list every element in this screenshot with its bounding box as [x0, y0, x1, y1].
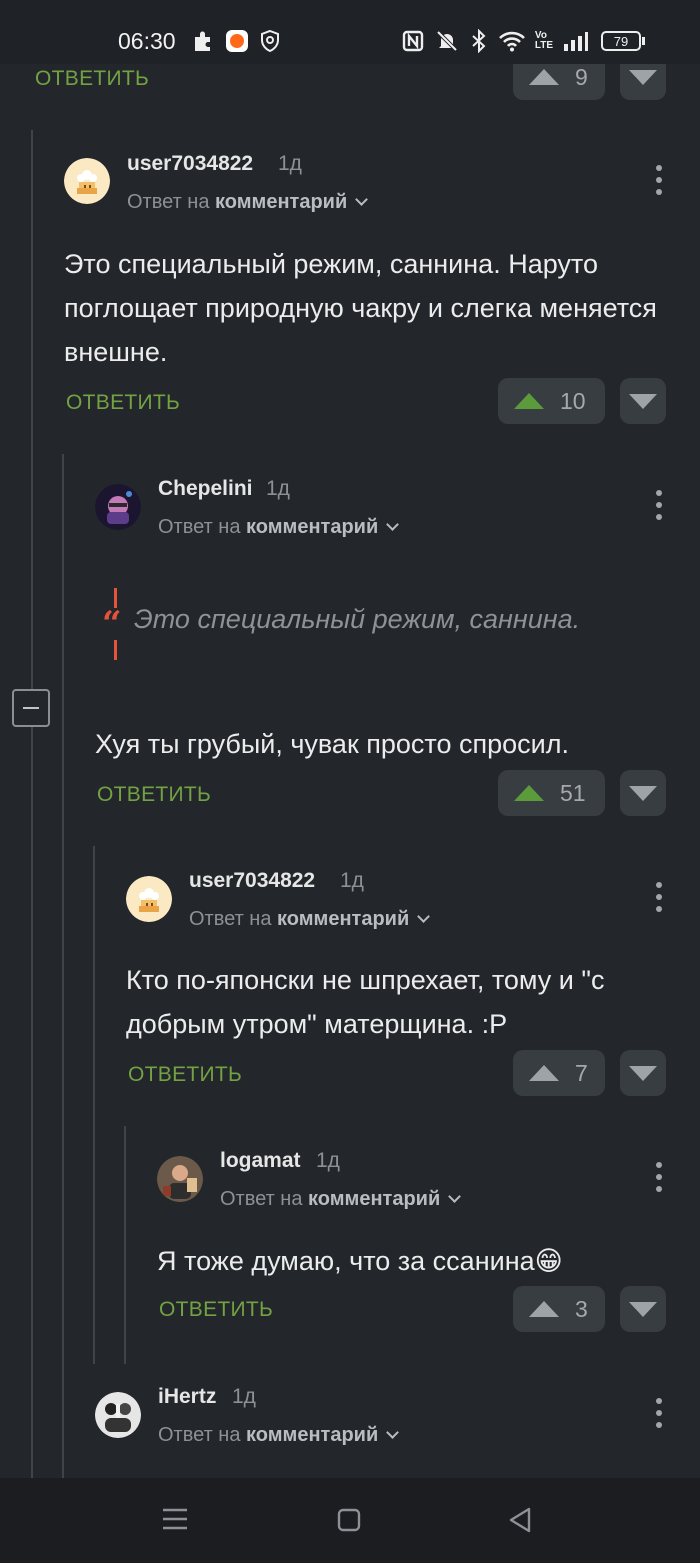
vote-count: 51 — [560, 779, 586, 806]
comment-age: 1д — [266, 477, 290, 500]
thread-line[interactable] — [31, 130, 33, 1478]
downvote-button[interactable] — [620, 64, 666, 100]
more-options-icon[interactable] — [655, 882, 663, 912]
reply-to-link[interactable]: Ответ на комментарий — [189, 908, 431, 931]
wifi-icon — [497, 29, 527, 53]
chevron-down-icon — [448, 1190, 462, 1203]
chevron-down-icon — [355, 193, 369, 206]
quote-icon: “ — [102, 604, 122, 644]
nfc-icon — [400, 29, 426, 53]
thread-line[interactable] — [124, 1126, 126, 1364]
reply-to-link[interactable]: Ответ на комментарий — [127, 191, 369, 214]
status-time: 06:30 — [118, 28, 176, 54]
comment-age: 1д — [278, 152, 302, 175]
battery-icon: 79 — [600, 29, 646, 53]
upvote-button[interactable]: 7 — [513, 1050, 605, 1096]
avatar[interactable] — [95, 484, 141, 530]
arrow-up-icon — [529, 1065, 559, 1081]
quote-bar — [114, 640, 117, 660]
more-options-icon[interactable] — [655, 490, 663, 520]
bluetooth-icon — [468, 29, 490, 53]
downvote-button[interactable] — [620, 770, 666, 816]
avatar[interactable] — [126, 876, 172, 922]
collapse-thread-button[interactable] — [12, 689, 50, 727]
reply-button[interactable]: ОТВЕТИТЬ — [97, 783, 211, 807]
comment-age: 1д — [316, 1149, 340, 1172]
downvote-button[interactable] — [620, 378, 666, 424]
volte-icon: Vo LTE — [534, 30, 554, 51]
comment-text: Хуя ты грубый, чувак просто спросил. — [95, 729, 569, 759]
reply-to-link[interactable]: Ответ на комментарий — [158, 1424, 400, 1447]
navigation-bar — [0, 1478, 700, 1563]
vote-count: 9 — [575, 64, 588, 90]
menu-icon[interactable] — [162, 1506, 188, 1537]
reply-button[interactable]: ОТВЕТИТЬ — [128, 1063, 242, 1087]
username[interactable]: iHertz — [158, 1385, 216, 1409]
reply-to-link[interactable]: Ответ на комментарий — [220, 1188, 462, 1211]
comment-text: Я тоже думаю, что за ссанина😁 — [157, 1246, 563, 1276]
upvote-button[interactable]: 3 — [513, 1286, 605, 1332]
minus-icon — [23, 707, 39, 709]
downvote-button[interactable] — [620, 1050, 666, 1096]
arrow-down-icon — [629, 785, 657, 801]
arrow-up-icon — [529, 1301, 559, 1317]
reply-button[interactable]: ОТВЕТИТЬ — [35, 67, 149, 91]
vote-count: 7 — [575, 1059, 588, 1086]
app-icon — [224, 29, 250, 53]
quoted-text: Это специальный режим, саннина. — [134, 604, 581, 634]
signal-icon — [562, 29, 590, 53]
arrow-up-icon — [514, 393, 544, 409]
upvote-button[interactable]: 9 — [513, 64, 605, 100]
more-options-icon[interactable] — [655, 1398, 663, 1428]
upvote-button[interactable]: 10 — [498, 378, 605, 424]
avatar[interactable] — [157, 1156, 203, 1202]
mute-icon — [434, 29, 460, 53]
comment-age: 1д — [340, 869, 364, 892]
downvote-button[interactable] — [620, 1286, 666, 1332]
chevron-down-icon — [386, 1426, 400, 1439]
comments-thread[interactable]: ОТВЕТИТЬ 9 user7034822 1д Ответ на комме… — [0, 64, 700, 1478]
reply-button[interactable]: ОТВЕТИТЬ — [159, 1298, 273, 1322]
avatar[interactable] — [64, 158, 110, 204]
username[interactable]: Chepelini — [158, 477, 253, 501]
chevron-down-icon — [386, 518, 400, 531]
more-options-icon[interactable] — [655, 165, 663, 195]
status-bar: 06:30 Vo LTE 79 — [0, 0, 700, 64]
more-options-icon[interactable] — [655, 1162, 663, 1192]
reply-button[interactable]: ОТВЕТИТЬ — [66, 391, 180, 415]
upvote-button[interactable]: 51 — [498, 770, 605, 816]
chevron-down-icon — [417, 910, 431, 923]
thread-line[interactable] — [93, 846, 95, 1364]
comment-text: Это специальный режим, саннина. Наруто п… — [64, 249, 657, 367]
arrow-down-icon — [629, 393, 657, 409]
avatar[interactable] — [95, 1392, 141, 1438]
back-icon[interactable] — [508, 1507, 532, 1538]
vote-count: 10 — [560, 387, 586, 414]
comment-age: 1д — [232, 1385, 256, 1408]
arrow-down-icon — [629, 1065, 657, 1081]
comment-text: Кто по-японски не шпрехает, тому и "с до… — [126, 965, 605, 1039]
vote-count: 3 — [575, 1295, 588, 1322]
puzzle-icon — [190, 29, 216, 53]
reply-to-link[interactable]: Ответ на комментарий — [158, 516, 400, 539]
username[interactable]: user7034822 — [127, 152, 253, 176]
username[interactable]: user7034822 — [189, 869, 315, 893]
thread-line[interactable] — [62, 454, 64, 1478]
username[interactable]: logamat — [220, 1149, 301, 1173]
home-icon[interactable] — [337, 1508, 361, 1537]
arrow-up-icon — [529, 69, 559, 85]
arrow-up-icon — [514, 785, 544, 801]
shield-icon — [258, 29, 282, 53]
arrow-down-icon — [629, 1301, 657, 1317]
arrow-down-icon — [629, 69, 657, 85]
